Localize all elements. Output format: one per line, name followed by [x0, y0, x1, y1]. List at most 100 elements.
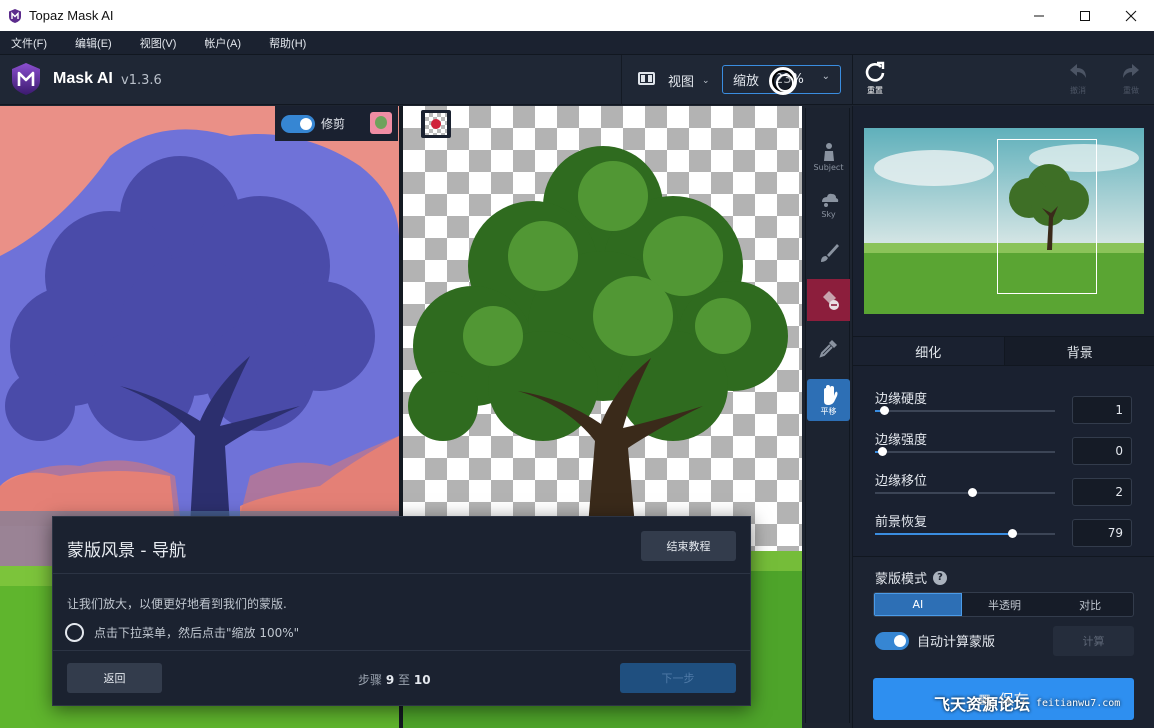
- tab-refine[interactable]: 细化: [853, 337, 1005, 365]
- slider-value-input[interactable]: 1: [1072, 396, 1132, 424]
- redo-label: 重做: [1123, 86, 1139, 95]
- zoom-label: 缩放: [733, 74, 760, 89]
- tool-sky-label: Sky: [821, 209, 836, 219]
- cursor-highlight-icon: [769, 67, 797, 95]
- chevron-down-icon: ⌄: [821, 71, 830, 82]
- tool-sky[interactable]: Sky: [807, 182, 850, 224]
- slider-edge-hardness: 边缘硬度 1: [875, 388, 1145, 428]
- menu-edit[interactable]: 编辑(E): [75, 35, 112, 51]
- dialog-step: 点击下拉菜单，然后点击"缩放 100%": [65, 623, 299, 642]
- end-tutorial-button[interactable]: 结束教程: [641, 531, 736, 561]
- dialog-text: 让我们放大，以便更好地看到我们的蒙版.: [67, 597, 287, 611]
- menubar: 文件(F) 编辑(E) 视图(V) 帐户(A) 帮助(H): [0, 31, 1154, 55]
- slider-edge-strength: 边缘强度 0: [875, 429, 1145, 469]
- tool-pan[interactable]: 平移: [807, 379, 850, 421]
- step-prefix: 步骤: [358, 673, 383, 687]
- redo-button[interactable]: 重做: [1111, 61, 1151, 96]
- tutorial-dialog: 蒙版风景 - 导航 结束教程 让我们放大，以便更好地看到我们的蒙版. 点击下拉菜…: [52, 516, 751, 706]
- navigator-preview[interactable]: [864, 128, 1144, 314]
- tool-subject-label: Subject: [813, 162, 844, 172]
- dialog-title: 蒙版风景 - 导航: [67, 541, 186, 561]
- background-swatch-button[interactable]: [421, 110, 451, 138]
- tool-brush[interactable]: [807, 232, 850, 274]
- mask-mode-ai[interactable]: AI: [874, 593, 962, 616]
- auto-compute-label: 自动计算蒙版: [917, 635, 996, 650]
- auto-compute-row: 自动计算蒙版: [875, 631, 995, 650]
- minimize-icon: [1034, 15, 1044, 16]
- hand-icon: [823, 384, 837, 405]
- slider-value-input[interactable]: 2: [1072, 478, 1132, 506]
- slider-track[interactable]: [875, 488, 1055, 497]
- help-icon[interactable]: ?: [933, 570, 948, 585]
- reset-label: 重置: [867, 86, 883, 95]
- undo-button[interactable]: 撤消: [1058, 61, 1098, 96]
- maximize-button[interactable]: [1062, 0, 1108, 31]
- next-button[interactable]: 下一步: [620, 663, 736, 693]
- step-current: 9: [385, 673, 395, 687]
- undo-label: 撤消: [1070, 86, 1086, 95]
- transparent-background-icon: [425, 113, 447, 135]
- slider-thumb[interactable]: [878, 447, 887, 456]
- undo-icon: [1070, 64, 1086, 78]
- menu-file[interactable]: 文件(F): [11, 35, 47, 51]
- menu-account[interactable]: 帐户(A): [204, 35, 241, 51]
- trim-toggle-chip: 修剪: [275, 106, 398, 141]
- reset-button[interactable]: 重置: [855, 61, 895, 96]
- slider-label: 边缘强度: [875, 433, 928, 448]
- viewport-frame[interactable]: [997, 139, 1097, 294]
- step-counter: 步骤 9 至 10: [358, 671, 431, 688]
- tool-eyedropper[interactable]: [807, 327, 850, 369]
- menu-help[interactable]: 帮助(H): [269, 35, 306, 51]
- auto-compute-switch[interactable]: [875, 631, 909, 650]
- step-mid: 至: [398, 673, 411, 687]
- mask-mode-label: 蒙版模式: [875, 572, 928, 587]
- step-total: 10: [413, 673, 431, 687]
- back-button[interactable]: 返回: [67, 663, 162, 693]
- tool-subject[interactable]: Subject: [807, 135, 850, 177]
- sky-icon: [821, 193, 838, 207]
- mask-mode-selector: AI 半透明 对比: [873, 592, 1134, 617]
- slider-thumb[interactable]: [880, 406, 889, 415]
- menu-view[interactable]: 视图(V): [140, 35, 177, 51]
- minimize-button[interactable]: [1016, 0, 1062, 31]
- close-button[interactable]: [1108, 0, 1154, 31]
- split-view-icon[interactable]: [638, 72, 655, 85]
- product-name: Mask AI: [53, 70, 113, 87]
- window-title: Topaz Mask AI: [29, 8, 114, 23]
- watermark-text: 飞天资源论坛: [934, 695, 1031, 714]
- slider-value-input[interactable]: 0: [1072, 437, 1132, 465]
- slider-value-input[interactable]: 79: [1072, 519, 1132, 547]
- compute-button[interactable]: 计算: [1053, 626, 1134, 656]
- view-dropdown[interactable]: 视图 ⌄: [668, 71, 710, 90]
- toolbar-divider: [621, 55, 622, 105]
- mask-mode-translucent[interactable]: 半透明: [962, 593, 1048, 616]
- watermark: 飞天资源论坛 feitianwu7.com: [934, 691, 1120, 715]
- mask-mode-contrast[interactable]: 对比: [1047, 593, 1133, 616]
- tool-strip: Subject Sky 平移: [805, 108, 850, 723]
- slider-edge-shift: 边缘移位 2: [875, 470, 1145, 510]
- trim-label: 修剪: [321, 117, 346, 131]
- slider-label: 边缘移位: [875, 474, 928, 489]
- main-toolbar: Mask AI v1.3.6 视图 ⌄ 缩放 23% ⌄: [0, 55, 852, 105]
- mask-ai-logo-icon: [12, 63, 40, 95]
- mask-mode-heading: 蒙版模式 ?: [875, 568, 948, 587]
- step-checkbox[interactable]: [65, 623, 84, 642]
- tool-fill-erase[interactable]: [807, 279, 850, 321]
- slider-thumb[interactable]: [1008, 529, 1017, 538]
- slider-track[interactable]: [875, 406, 1055, 415]
- panel-tabs: 细化 背景: [853, 336, 1154, 366]
- slider-thumb[interactable]: [968, 488, 977, 497]
- eyedropper-icon: [818, 340, 837, 358]
- slider-label: 前景恢复: [875, 515, 928, 530]
- subject-icon: [823, 142, 834, 161]
- trim-switch[interactable]: [281, 114, 315, 133]
- settings-panel: 细化 背景 边缘硬度 1 边缘强度 0 边缘移位 2 前景恢复 79 蒙版模式 …: [852, 106, 1154, 728]
- tab-background[interactable]: 背景: [1004, 337, 1154, 365]
- close-icon: [1125, 10, 1137, 21]
- slider-track[interactable]: [875, 529, 1055, 538]
- redo-icon: [1123, 64, 1139, 78]
- slider-track[interactable]: [875, 447, 1055, 456]
- chevron-down-icon: ⌄: [702, 75, 710, 86]
- slider-label: 边缘硬度: [875, 392, 928, 407]
- mask-color-swatch-icon[interactable]: [370, 112, 392, 134]
